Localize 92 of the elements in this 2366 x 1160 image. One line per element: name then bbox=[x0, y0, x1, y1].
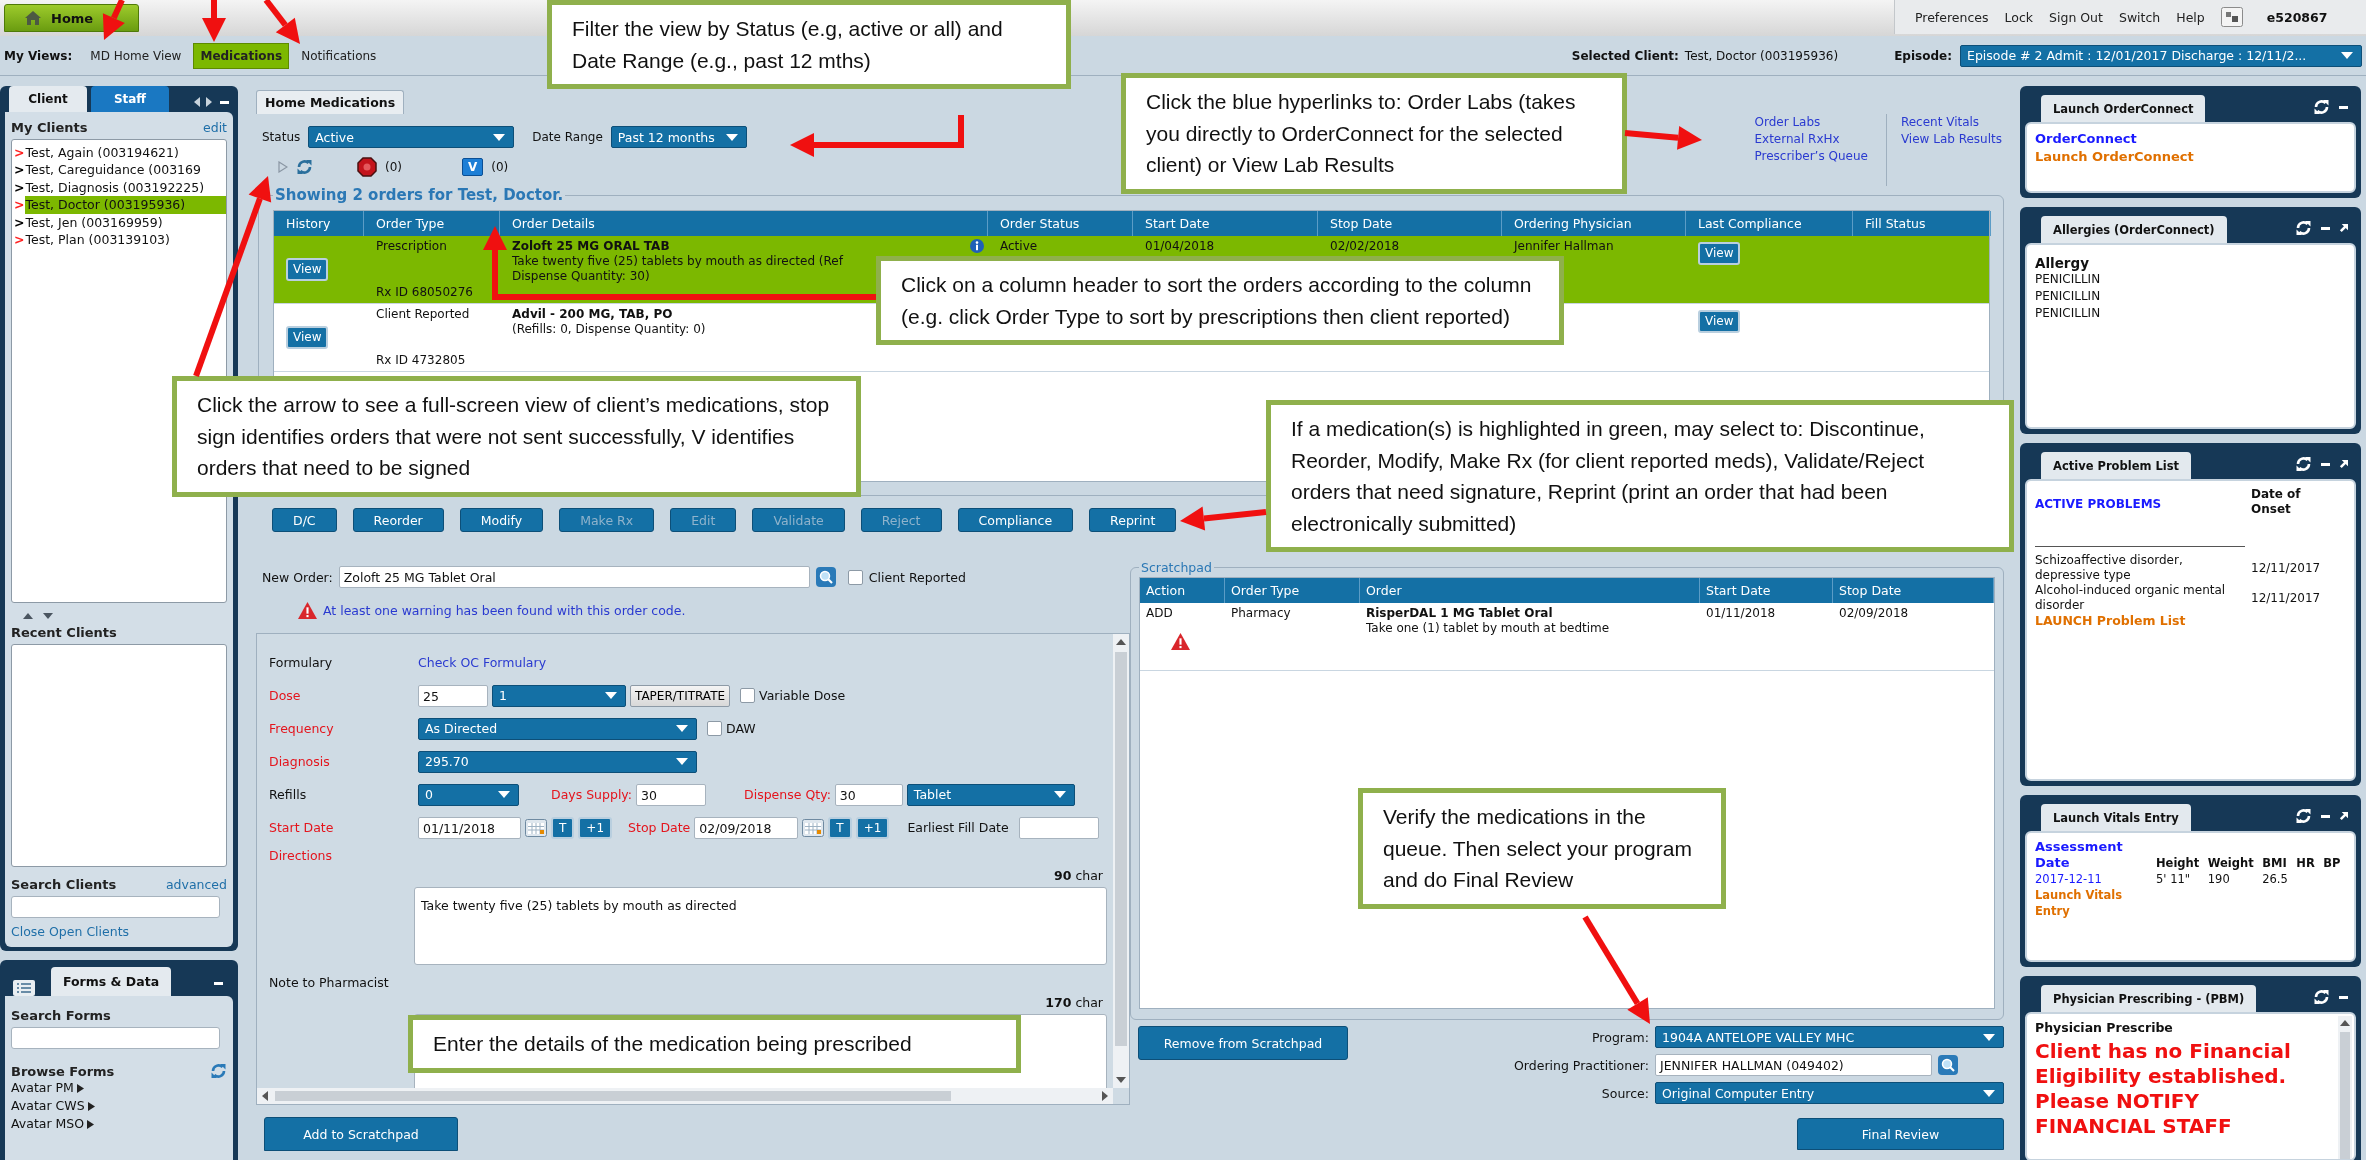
section-title: Physician Prescribe bbox=[2035, 1020, 2174, 1035]
field-label: Earliest Fill Date bbox=[907, 820, 1009, 835]
problem-name: Alcohol-induced organic mental disorder bbox=[2035, 583, 2227, 613]
column-header: Height bbox=[2156, 855, 2201, 871]
onset-date: 12/11/2017 bbox=[2251, 590, 2322, 606]
onset-date: 12/11/2017 bbox=[2251, 560, 2322, 576]
column-header: BP bbox=[2323, 855, 2342, 871]
section-title: Search Forms bbox=[11, 1008, 111, 1023]
allergy-item: PENICILLIN bbox=[2035, 305, 2102, 322]
order-details: (Refills: 0, Dispense Quantity: 0) bbox=[512, 322, 706, 337]
column-header: ACTIVE PROBLEMS bbox=[2035, 497, 2163, 513]
checkbox-label: DAW bbox=[726, 721, 756, 736]
drug-name: RisperDAL 1 MG Tablet Oral bbox=[1366, 606, 1554, 621]
selected-client: Test, Doctor (003195936) bbox=[1684, 48, 1839, 63]
table-cell-text: 02/02/2018 bbox=[1330, 239, 1401, 254]
warning-message: At least one warning has been found with this order code. bbox=[323, 603, 686, 618]
field-label: Directions bbox=[269, 847, 333, 863]
checkbox-label: Client Reported bbox=[868, 569, 966, 585]
column-header: HR bbox=[2296, 855, 2316, 871]
order-details: Dispense Quantity: 30) bbox=[512, 269, 651, 284]
count: (0) bbox=[385, 160, 402, 174]
scratchpad-legend: Scratchpad bbox=[1139, 560, 1214, 575]
field-label: Ordering Practitioner: bbox=[1514, 1057, 1649, 1073]
views-label: My Views: bbox=[4, 48, 73, 63]
field-label: New Order: bbox=[262, 569, 333, 585]
field-label: Refills bbox=[269, 787, 308, 802]
field-label: Stop Date bbox=[628, 820, 691, 835]
column-header: Weight bbox=[2207, 855, 2255, 871]
callout-tooltip: Click the blue hyperlinks to: Order Labs (takes you directly to OrderConnect for the selected client) or View Lab Results bbox=[1121, 73, 1627, 194]
column-header: BMI bbox=[2262, 855, 2288, 871]
count: (0) bbox=[491, 160, 509, 174]
char-count: 170 char bbox=[1044, 995, 1104, 1010]
order-details: Take twenty five (25) tablets by mouth as directed (Ref bbox=[512, 254, 843, 269]
callout-tooltip: If a medication(s) is highlighted in green, may select to: Discontinue, Reorder, Modify, Make Rx (for client reported meds), Validate/Reject orders that need signature, Reprint (print an order that had been electronically submitted) bbox=[1266, 400, 2014, 552]
callout-tooltip: Verify the medications in the queue. Then select your program and do Final Review bbox=[1358, 788, 1726, 909]
alert-message: Client has no Financial Eligibility established. Please NOTIFY FINANCIAL STAFF bbox=[2035, 1039, 2292, 1139]
table-cell-text: 190 bbox=[2207, 871, 2231, 887]
field-label: Dose bbox=[269, 688, 302, 703]
callout-tooltip: Enter the details of the medication being prescribed bbox=[408, 1015, 1021, 1073]
char-count: 90 char bbox=[1053, 868, 1104, 883]
section-title: Search Clients bbox=[11, 877, 117, 892]
order-details: Take one (1) tablet by mouth at bedtime bbox=[1366, 621, 1611, 636]
client-marker: > bbox=[14, 213, 25, 232]
date-range-label: Date Range bbox=[532, 130, 603, 144]
order-type: Client Reported bbox=[376, 307, 471, 322]
field-label: Days Supply: bbox=[551, 787, 633, 802]
drug-name: Zoloft 25 MG ORAL TAB bbox=[512, 239, 671, 254]
field-label: Dispense Qty: bbox=[744, 787, 831, 802]
rx-id: Rx ID 68050276 bbox=[376, 285, 474, 300]
field-label: Start Date bbox=[269, 820, 335, 835]
callout-tooltip: Filter the view by Status (e.g, active or all) and Date Range (e.g., past 12 mths) bbox=[547, 0, 1071, 89]
table-cell-text: 02/09/2018 bbox=[1839, 606, 1910, 621]
column-header: Assessment Date bbox=[2035, 839, 2124, 871]
table-cell-text: Active bbox=[1000, 239, 1039, 254]
allergy-item: PENICILLIN bbox=[2035, 271, 2102, 288]
problem-name: Schizoaffective disorder, depressive type bbox=[2035, 553, 2184, 583]
field-label: Diagnosis bbox=[269, 754, 331, 769]
field-label: Source: bbox=[1601, 1085, 1649, 1101]
client-marker: > bbox=[14, 231, 25, 249]
client-marker: > bbox=[14, 178, 25, 197]
rx-id: Rx ID 4732805 bbox=[376, 353, 467, 368]
client-marker: > bbox=[14, 196, 25, 214]
drug-name: Advil - 200 MG, TAB, PO bbox=[512, 307, 674, 322]
table-cell-text: 01/11/2018 bbox=[1706, 606, 1777, 621]
section-title: My Clients bbox=[11, 120, 88, 135]
table-cell-text: Jennifer Hallman bbox=[1514, 239, 1615, 254]
callout-tooltip: Click on a column header to sort the orders according to the column (e.g. click Order Type to sort by prescriptions then client reported) bbox=[876, 256, 1564, 345]
client-marker: > bbox=[14, 144, 25, 162]
table-cell-text: ADD bbox=[1146, 606, 1174, 621]
table-cell-text: Pharmacy bbox=[1231, 606, 1292, 621]
client-marker: > bbox=[14, 161, 25, 179]
table-cell-text: 2017-12-11 bbox=[2035, 871, 2103, 887]
orders-legend: Showing 2 orders for Test, Doctor. bbox=[273, 186, 566, 204]
checkbox-label: Variable Dose bbox=[759, 688, 846, 703]
order-type: Prescription bbox=[376, 239, 448, 254]
table-cell-text: 01/04/2018 bbox=[1145, 239, 1216, 254]
allergy-item: PENICILLIN bbox=[2035, 288, 2102, 305]
column-header: Allergy bbox=[2035, 255, 2090, 271]
field-label: Frequency bbox=[269, 721, 335, 736]
table-cell-text: 26.5 bbox=[2262, 871, 2289, 887]
section-title: Recent Clients bbox=[11, 625, 117, 640]
table-cell-text: 5' 11" bbox=[2156, 871, 2192, 887]
field-label: Program: bbox=[1592, 1029, 1649, 1045]
user-id: e520867 bbox=[2266, 9, 2328, 25]
selected-client-label: Selected Client: bbox=[1571, 48, 1679, 63]
callout-tooltip: Click the arrow to see a full-screen view of client’s medications, stop sign identifies orders that were not sent successfully, V identifies orders that need to be signed bbox=[172, 376, 861, 497]
field-label: Formulary bbox=[269, 655, 334, 670]
status-label: Status bbox=[262, 130, 301, 144]
column-header: Date of Onset bbox=[2251, 487, 2302, 517]
episode-label: Episode: bbox=[1894, 48, 1952, 63]
field-label: Note to Pharmacist bbox=[269, 974, 390, 990]
section-title: Browse Forms bbox=[11, 1063, 115, 1079]
